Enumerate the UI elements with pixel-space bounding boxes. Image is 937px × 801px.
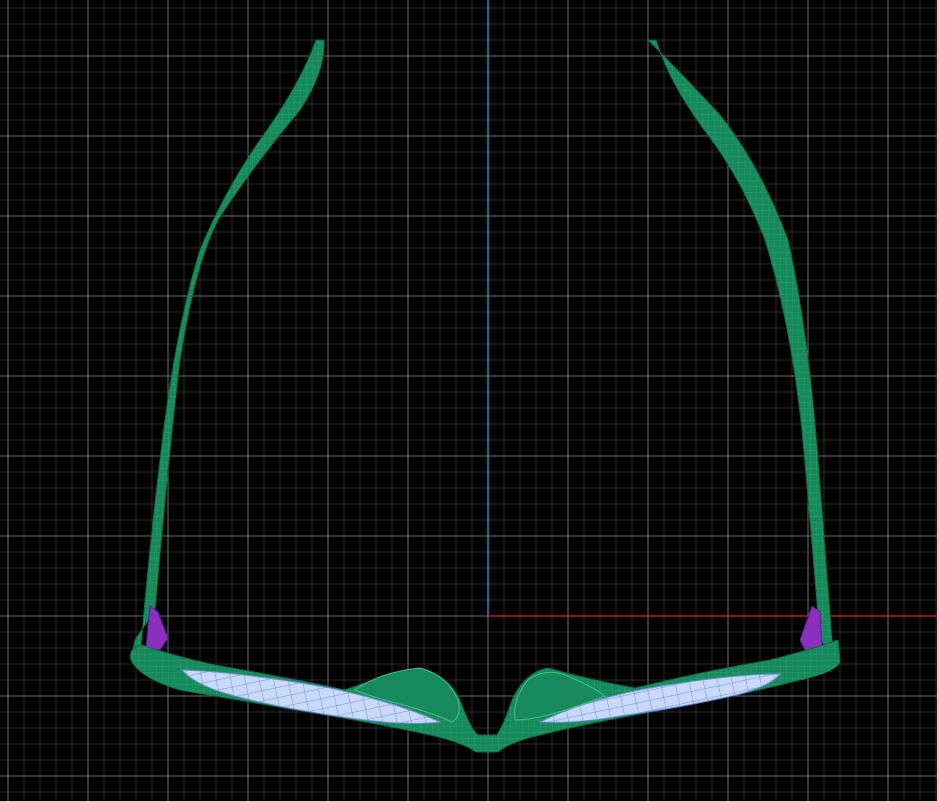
eyeglasses-model[interactable] (130, 39, 841, 753)
3d-viewport[interactable] (0, 0, 937, 801)
hinge-left[interactable] (145, 605, 169, 651)
temple-right[interactable] (646, 39, 839, 659)
viewport-canvas[interactable] (0, 0, 937, 801)
temple-left[interactable] (130, 39, 325, 661)
hinge-right[interactable] (799, 605, 823, 653)
